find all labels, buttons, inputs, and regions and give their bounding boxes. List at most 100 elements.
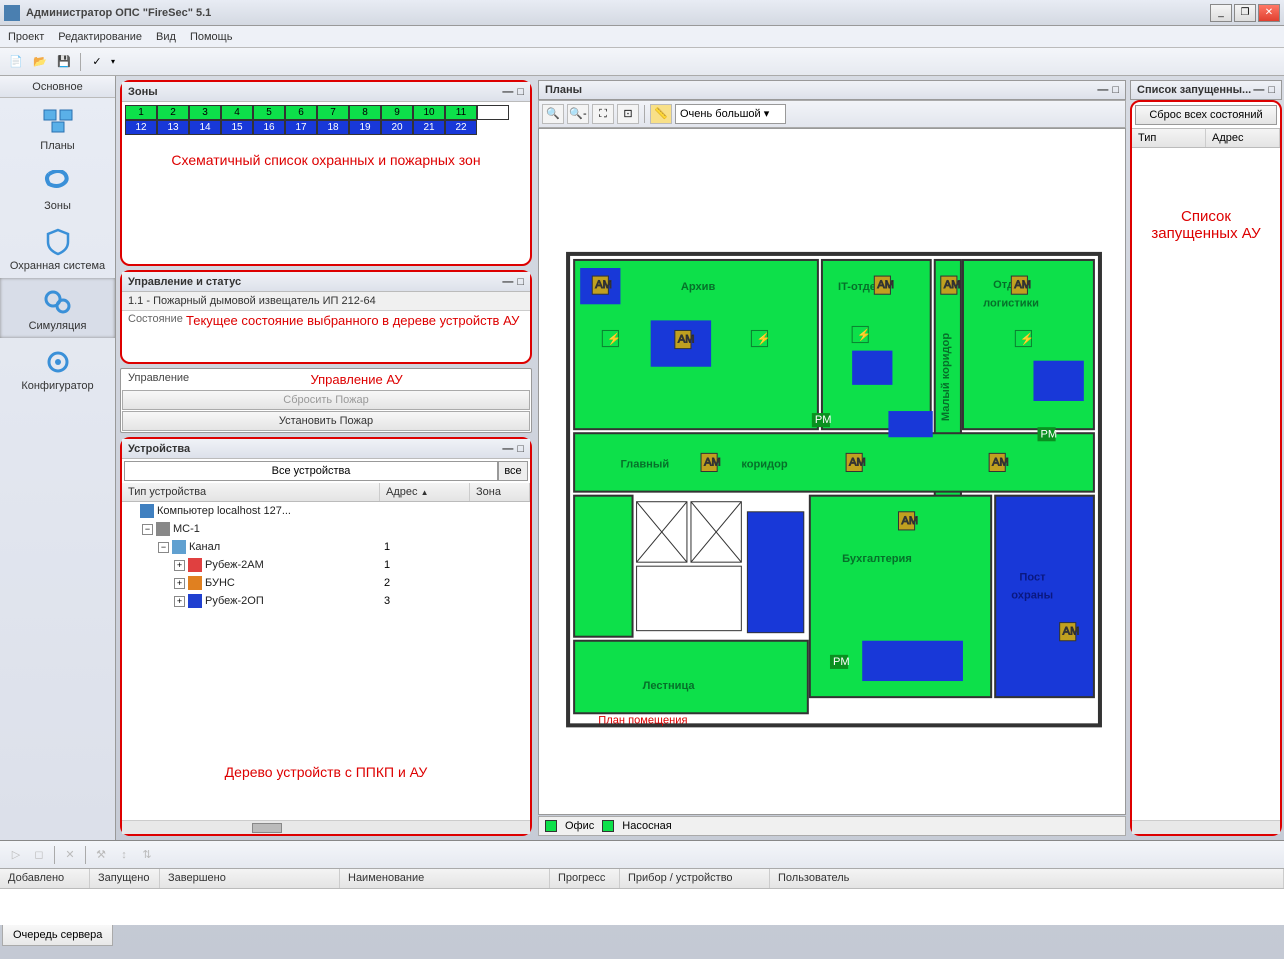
queue-tab[interactable]: Очередь сервера <box>2 925 113 946</box>
device-icon <box>188 594 202 608</box>
menu-help[interactable]: Помощь <box>190 31 233 43</box>
zone-cell[interactable]: 16 <box>253 120 285 135</box>
sidebar-item-zones[interactable]: Зоны <box>0 158 115 218</box>
zone-cell[interactable]: 21 <box>413 120 445 135</box>
menu-project[interactable]: Проект <box>8 31 44 43</box>
zone-cell[interactable]: 1 <box>125 105 157 120</box>
tree-row[interactable]: Компьютер localhost 127... <box>122 502 530 520</box>
delete-icon[interactable]: ✕ <box>60 845 80 865</box>
zone-cell[interactable]: 15 <box>221 120 253 135</box>
tool3-icon[interactable]: ⇅ <box>137 845 157 865</box>
column-added[interactable]: Добавлено <box>0 869 90 888</box>
device-icon <box>188 558 202 572</box>
zoom-in-icon[interactable]: 🔍+ <box>542 104 564 124</box>
new-file-icon[interactable]: 📄 <box>6 52 26 72</box>
tool2-icon[interactable]: ↕ <box>114 845 134 865</box>
tree-expand-icon[interactable]: + <box>174 578 185 589</box>
play-icon[interactable]: ▷ <box>6 845 26 865</box>
zone-cell[interactable]: 6 <box>285 105 317 120</box>
column-progress[interactable]: Прогресс <box>550 869 620 888</box>
device-filter-all-button[interactable]: все <box>498 461 528 481</box>
tree-expand-icon[interactable]: + <box>174 596 185 607</box>
plan-tab-office[interactable]: Офис <box>565 820 594 832</box>
maximize-button[interactable]: ❐ <box>1234 4 1256 22</box>
panel-minimize-icon[interactable]: — <box>502 276 513 288</box>
panel-minimize-icon[interactable]: — <box>502 443 513 455</box>
panel-maximize-icon[interactable]: □ <box>1112 84 1119 96</box>
sidebar-item-security[interactable]: Охранная система <box>0 218 115 278</box>
zone-cell[interactable]: 8 <box>349 105 381 120</box>
tree-expand-icon[interactable]: − <box>142 524 153 535</box>
reset-fire-button[interactable]: Сбросить Пожар <box>122 390 530 410</box>
panel-minimize-icon[interactable]: — <box>502 86 513 98</box>
zone-cell[interactable]: 2 <box>157 105 189 120</box>
zone-cell[interactable]: 11 <box>445 105 477 120</box>
tree-row[interactable]: +Рубеж-2ОП3 <box>122 592 530 610</box>
sidebar-item-plans[interactable]: Планы <box>0 98 115 158</box>
column-address[interactable]: Адрес <box>1206 129 1280 147</box>
tool1-icon[interactable]: ⚒ <box>91 845 111 865</box>
minimize-button[interactable]: _ <box>1210 4 1232 22</box>
device-filter-combo[interactable]: Все устройства <box>124 461 498 481</box>
zone-cell[interactable]: 14 <box>189 120 221 135</box>
zoom-fit-icon[interactable]: ⛶ <box>592 104 614 124</box>
column-zone[interactable]: Зона <box>470 483 530 501</box>
tree-row[interactable]: −Канал1 <box>122 538 530 556</box>
panel-maximize-icon[interactable]: □ <box>517 276 524 288</box>
menu-view[interactable]: Вид <box>156 31 176 43</box>
zone-cell[interactable]: 13 <box>157 120 189 135</box>
column-finished[interactable]: Завершено <box>160 869 340 888</box>
plan-tab-pump[interactable]: Насосная <box>622 820 671 832</box>
tree-row[interactable]: +БУНС2 <box>122 574 530 592</box>
zone-cell[interactable]: 3 <box>189 105 221 120</box>
column-type[interactable]: Тип устройства <box>122 483 380 501</box>
close-button[interactable]: ✕ <box>1258 4 1280 22</box>
stop-icon[interactable]: ◻ <box>29 845 49 865</box>
device-tree[interactable]: Компьютер localhost 127...−МС-1−Канал1+Р… <box>122 502 530 724</box>
zoom-out-icon[interactable]: 🔍- <box>567 104 589 124</box>
panel-maximize-icon[interactable]: □ <box>1268 84 1275 96</box>
column-user[interactable]: Пользователь <box>770 869 1284 888</box>
sidebar-item-simulation[interactable]: Симуляция <box>0 278 115 338</box>
ruler-icon[interactable]: 📏 <box>650 104 672 124</box>
zone-cell[interactable]: 7 <box>317 105 349 120</box>
panel-maximize-icon[interactable]: □ <box>517 443 524 455</box>
column-type[interactable]: Тип <box>1132 129 1206 147</box>
tree-row[interactable]: +Рубеж-2АМ1 <box>122 556 530 574</box>
zone-cell[interactable]: 19 <box>349 120 381 135</box>
menu-edit[interactable]: Редактирование <box>58 31 142 43</box>
panel-minimize-icon[interactable]: — <box>1253 84 1264 96</box>
tree-expand-icon[interactable]: + <box>174 560 185 571</box>
column-address[interactable]: Адрес ▲ <box>380 483 470 501</box>
column-started[interactable]: Запущено <box>90 869 160 888</box>
launched-scrollbar[interactable] <box>1132 820 1280 834</box>
column-name[interactable]: Наименование <box>340 869 550 888</box>
save-icon[interactable]: 💾 <box>54 52 74 72</box>
zoom-actual-icon[interactable]: ⊡ <box>617 104 639 124</box>
zone-cell[interactable]: 20 <box>381 120 413 135</box>
zone-cell[interactable]: 22 <box>445 120 477 135</box>
open-folder-icon[interactable]: 📂 <box>30 52 50 72</box>
tree-expand-icon[interactable]: − <box>158 542 169 553</box>
zone-cell[interactable]: 9 <box>381 105 413 120</box>
zone-cell[interactable]: 12 <box>125 120 157 135</box>
panel-maximize-icon[interactable]: □ <box>517 86 524 98</box>
plans-panel-header: Планы —□ <box>538 80 1126 100</box>
zone-cell[interactable]: 17 <box>285 120 317 135</box>
zone-cell[interactable]: 18 <box>317 120 349 135</box>
zone-cell[interactable]: 4 <box>221 105 253 120</box>
sidebar-item-config[interactable]: Конфигуратор <box>0 338 115 398</box>
zoom-level-combo[interactable]: Очень большой ▾ <box>675 104 786 124</box>
zone-cell[interactable]: 5 <box>253 105 285 120</box>
reset-all-button[interactable]: Сброс всех состояний <box>1135 105 1277 125</box>
check-icon[interactable]: ✓ <box>87 52 107 72</box>
column-device[interactable]: Прибор / устройство <box>620 869 770 888</box>
devices-annotation: Дерево устройств с ППКП и АУ <box>122 724 530 820</box>
panel-minimize-icon[interactable]: — <box>1097 84 1108 96</box>
floor-plan[interactable]: Архив IT-отдел Отдел логистики Малый кор… <box>538 128 1126 815</box>
devices-scrollbar[interactable] <box>122 820 530 834</box>
tree-row[interactable]: −МС-1 <box>122 520 530 538</box>
dropdown-arrow-icon[interactable]: ▾ <box>111 57 115 66</box>
set-fire-button[interactable]: Установить Пожар <box>122 411 530 431</box>
zone-cell[interactable]: 10 <box>413 105 445 120</box>
